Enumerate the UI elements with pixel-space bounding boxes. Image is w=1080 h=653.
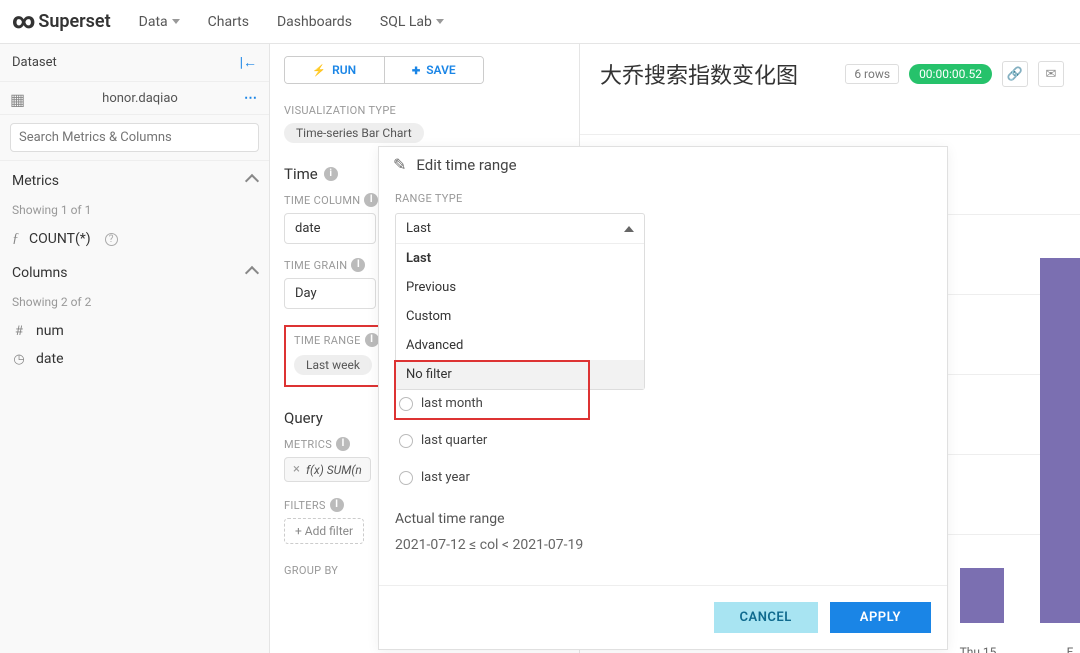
info-icon[interactable]: i <box>330 498 344 512</box>
chevron-down-icon <box>436 19 444 24</box>
dropdown-list: Last Previous Custom Advanced No filter <box>396 243 644 389</box>
radio-last-quarter[interactable]: last quarter <box>399 433 931 448</box>
x-tick-label: Thu 15 <box>960 645 997 653</box>
radio-last-month[interactable]: last month <box>399 396 931 411</box>
column-item-date[interactable]: ◷ date <box>0 345 269 373</box>
nav-charts[interactable]: Charts <box>208 14 249 30</box>
bolt-icon <box>312 63 326 77</box>
time-column-select[interactable]: date <box>284 213 376 244</box>
elapsed-badge: 00:00:00.52 <box>909 64 992 84</box>
dataset-row[interactable]: honor.daqiao ⋯ <box>0 82 269 115</box>
dropdown-option-advanced[interactable]: Advanced <box>396 331 644 360</box>
viz-type-chip[interactable]: Time-series Bar Chart <box>284 123 424 143</box>
time-type-icon: ◷ <box>12 352 26 367</box>
popup-header: Edit time range <box>379 147 947 186</box>
info-icon[interactable]: i <box>351 258 365 272</box>
radio-icon <box>399 434 413 448</box>
superset-logo-icon: ∞ <box>12 9 32 34</box>
dataset-name: honor.daqiao <box>36 91 244 106</box>
more-icon[interactable]: ⋯ <box>244 91 259 106</box>
plus-icon <box>412 63 420 77</box>
radio-last-year[interactable]: last year <box>399 470 931 485</box>
metric-item[interactable]: ƒ COUNT(*) ? <box>0 225 269 253</box>
run-button[interactable]: RUN <box>285 57 384 83</box>
metrics-section-header[interactable]: Metrics <box>0 161 269 201</box>
chart-bar <box>1040 258 1080 623</box>
columns-count: Showing 2 of 2 <box>0 293 269 317</box>
search-row <box>0 115 269 161</box>
dropdown-selected[interactable]: Last <box>396 214 644 243</box>
metrics-count: Showing 1 of 1 <box>0 201 269 225</box>
time-range-block: TIME RANGEi Last week <box>284 325 390 387</box>
numeric-type-icon: # <box>12 324 26 339</box>
info-icon[interactable]: i <box>324 167 338 181</box>
info-icon[interactable]: i <box>336 437 350 451</box>
top-nav: ∞ Superset Data Charts Dashboards SQL La… <box>0 0 1080 44</box>
popup-title: Edit time range <box>416 156 516 174</box>
table-icon <box>10 90 26 106</box>
dropdown-option-previous[interactable]: Previous <box>396 273 644 302</box>
chart-bar <box>960 568 1004 623</box>
brand: ∞ Superset <box>12 9 111 34</box>
search-input[interactable] <box>10 123 259 152</box>
dataset-header: Dataset |← <box>0 44 269 82</box>
nav-data[interactable]: Data <box>139 14 180 30</box>
brand-text: Superset <box>38 11 110 32</box>
chevron-up-icon <box>245 266 259 280</box>
mail-icon[interactable] <box>1038 61 1064 87</box>
time-range-popup: Edit time range RANGE TYPE Last Last Pre… <box>378 146 948 650</box>
nav-sql-lab[interactable]: SQL Lab <box>380 14 444 30</box>
chevron-down-icon <box>172 19 180 24</box>
chevron-up-icon <box>624 226 634 232</box>
actual-range-value: 2021-07-12 ≤ col < 2021-07-19 <box>395 537 931 553</box>
pencil-icon <box>393 155 406 174</box>
chart-meta: 6 rows 00:00:00.52 <box>845 61 1064 87</box>
column-item-num[interactable]: # num <box>0 317 269 345</box>
info-icon[interactable]: i <box>365 333 379 347</box>
nav-dashboards[interactable]: Dashboards <box>277 14 352 30</box>
range-type-label: RANGE TYPE <box>395 192 931 205</box>
radio-icon <box>399 471 413 485</box>
time-range-label: TIME RANGEi <box>294 333 380 347</box>
function-icon: ƒ <box>12 231 19 247</box>
actual-range-label: Actual time range <box>395 511 931 527</box>
remove-icon[interactable]: × <box>293 462 300 477</box>
chart-header: 大乔搜索指数变化图 6 rows 00:00:00.52 <box>600 58 1064 90</box>
add-filter-button[interactable]: + Add filter <box>284 518 364 544</box>
info-icon[interactable]: i <box>364 193 378 207</box>
range-type-dropdown[interactable]: Last Last Previous Custom Advanced No fi… <box>395 213 645 390</box>
rows-badge: 6 rows <box>845 64 899 84</box>
dropdown-option-no-filter[interactable]: No filter <box>396 360 644 389</box>
chevron-up-icon <box>245 174 259 188</box>
apply-button[interactable]: APPLY <box>830 602 931 633</box>
x-tick-label: F <box>1067 645 1074 653</box>
cancel-button[interactable]: CANCEL <box>714 602 818 633</box>
radio-icon <box>399 397 413 411</box>
chart-title: 大乔搜索指数变化图 <box>600 58 798 90</box>
collapse-icon[interactable]: |← <box>240 54 257 71</box>
dataset-sidebar: Dataset |← honor.daqiao ⋯ Metrics Showin… <box>0 44 270 653</box>
dropdown-option-last[interactable]: Last <box>396 244 644 273</box>
time-range-chip[interactable]: Last week <box>294 355 372 375</box>
time-grain-select[interactable]: Day <box>284 278 376 309</box>
help-icon[interactable]: ? <box>105 233 118 246</box>
run-save-group: RUN SAVE <box>284 56 484 84</box>
metric-tag[interactable]: × f(x) SUM(n <box>284 457 371 482</box>
dataset-label: Dataset <box>12 55 57 70</box>
link-icon[interactable] <box>1002 61 1028 87</box>
popup-footer: CANCEL APPLY <box>379 585 947 649</box>
columns-section-header[interactable]: Columns <box>0 253 269 293</box>
viz-type-label: VISUALIZATION TYPE <box>284 104 565 117</box>
save-button[interactable]: SAVE <box>384 57 484 83</box>
dropdown-option-custom[interactable]: Custom <box>396 302 644 331</box>
